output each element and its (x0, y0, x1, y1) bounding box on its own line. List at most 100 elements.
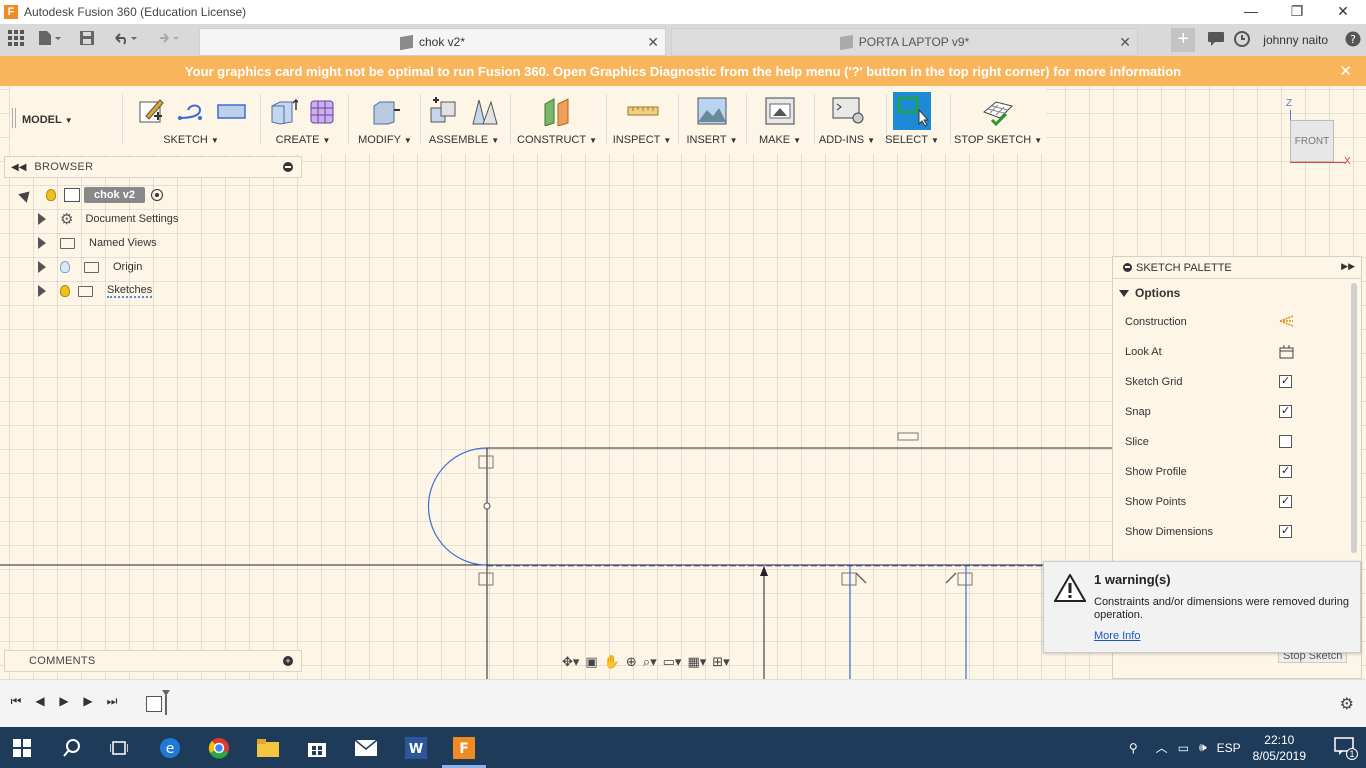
tab-chok-v2[interactable]: chok v2* ✕ (199, 28, 666, 56)
visibility-bulb-icon[interactable] (60, 261, 70, 273)
show-points-checkbox[interactable] (1279, 494, 1292, 508)
step-back-icon[interactable]: ◀ (32, 694, 48, 712)
stop-sketch-menu[interactable]: STOP SKETCH ▼ (954, 134, 1042, 146)
option-show-points[interactable]: Show Points (1113, 487, 1361, 517)
edge-browser-icon[interactable]: e (152, 733, 188, 763)
step-forward-icon[interactable]: ▶ (80, 694, 96, 712)
people-icon[interactable]: ⚲ (1129, 741, 1138, 755)
select-group[interactable]: SELECT ▼ (882, 92, 942, 152)
slice-checkbox[interactable] (1279, 435, 1292, 448)
collapse-triangle-icon[interactable] (18, 187, 34, 203)
word-icon[interactable]: W (398, 733, 434, 763)
search-icon[interactable] (54, 733, 90, 763)
expand-triangle-icon[interactable] (38, 213, 46, 225)
browser-item-document-settings[interactable]: ⚙ Document Settings (38, 208, 178, 230)
extrude-icon[interactable] (268, 96, 300, 126)
tab-porta-laptop[interactable]: PORTA LAPTOP v9* ✕ (671, 28, 1138, 56)
job-status-icon[interactable] (1203, 31, 1229, 49)
modify-group[interactable]: MODIFY ▼ (354, 92, 416, 152)
make-group[interactable]: MAKE ▼ (750, 92, 810, 152)
section-collapse-icon[interactable] (1119, 289, 1129, 297)
line-tool-icon[interactable] (176, 96, 206, 126)
look-at-nav-icon[interactable]: ▣ (585, 654, 597, 670)
file-explorer-icon[interactable] (250, 733, 286, 763)
undo-icon[interactable] (112, 30, 138, 50)
add-comment-icon[interactable]: + (283, 656, 293, 666)
sketch-palette-header[interactable]: SKETCH PALETTE ▶▶ (1113, 257, 1361, 279)
viewports-icon[interactable]: ⊞▾ (712, 654, 729, 670)
network-icon[interactable]: ▭ (1178, 741, 1189, 755)
grid-settings-icon[interactable]: ▦▾ (687, 654, 706, 670)
look-at-icon[interactable] (1279, 345, 1294, 359)
new-component-icon[interactable] (429, 96, 459, 126)
orbit-icon[interactable]: ✥▾ (562, 654, 579, 670)
option-sketch-grid[interactable]: Sketch Grid (1113, 367, 1361, 397)
show-hidden-icons-icon[interactable]: ︿ (1156, 739, 1168, 756)
option-construction[interactable]: Construction (1113, 307, 1361, 337)
expand-triangle-icon[interactable] (38, 285, 46, 297)
show-dimensions-checkbox[interactable] (1279, 524, 1292, 538)
timeline-sketch-item[interactable] (146, 696, 162, 712)
palette-collapse-icon[interactable] (1123, 263, 1132, 272)
notifications-icon[interactable] (1229, 30, 1255, 50)
sketch-grid-checkbox[interactable] (1279, 374, 1292, 388)
options-section-header[interactable]: Options (1113, 279, 1361, 307)
select-menu[interactable]: SELECT ▼ (882, 134, 942, 146)
insert-image-icon[interactable] (697, 96, 727, 126)
visibility-bulb-icon[interactable] (60, 285, 70, 297)
construct-menu[interactable]: CONSTRUCT ▼ (517, 134, 597, 146)
file-menu-icon[interactable] (38, 30, 62, 50)
sketch-menu[interactable]: SKETCH ▼ (128, 134, 254, 146)
browser-options-icon[interactable] (283, 162, 293, 172)
option-show-profile[interactable]: Show Profile (1113, 457, 1361, 487)
app-grid-icon[interactable] (8, 30, 24, 50)
3d-print-icon[interactable] (765, 96, 795, 126)
modify-menu[interactable]: MODIFY ▼ (354, 134, 416, 146)
close-tab-icon[interactable]: ✕ (647, 34, 659, 51)
stop-sketch-icon[interactable] (982, 96, 1013, 127)
add-ins-group[interactable]: ADD-INS ▼ (810, 92, 884, 152)
rectangle-tool-icon[interactable] (216, 96, 246, 126)
store-icon[interactable] (299, 733, 335, 763)
minimize-button[interactable]: — (1228, 0, 1274, 24)
go-to-end-icon[interactable]: ⏭ (104, 694, 120, 712)
view-cube-front-face[interactable]: FRONT (1290, 120, 1334, 162)
redo-icon[interactable] (154, 30, 180, 50)
select-icon[interactable] (893, 92, 931, 130)
display-settings-icon[interactable]: ▭▾ (663, 654, 682, 670)
option-look-at[interactable]: Look At (1113, 337, 1361, 367)
press-pull-icon[interactable] (370, 96, 400, 126)
browser-root-row[interactable]: chok v2 (18, 184, 163, 206)
input-language[interactable]: ESP (1217, 741, 1241, 755)
timeline-settings-icon[interactable]: ⚙ (1340, 694, 1354, 714)
help-icon[interactable]: ? (1340, 31, 1366, 50)
palette-scrollbar[interactable] (1351, 283, 1357, 553)
browser-item-named-views[interactable]: Named Views (38, 232, 157, 254)
expand-triangle-icon[interactable] (38, 237, 46, 249)
toolbar-grip[interactable] (12, 108, 16, 128)
option-snap[interactable]: Snap (1113, 397, 1361, 427)
stop-sketch-group[interactable]: STOP SKETCH ▼ (954, 92, 1042, 152)
save-icon[interactable] (80, 31, 94, 49)
show-profile-checkbox[interactable] (1279, 464, 1292, 478)
workspace-switcher[interactable]: MODEL ▼ (22, 114, 73, 126)
play-icon[interactable]: ▶ (56, 694, 72, 712)
insert-group[interactable]: INSERT ▼ (684, 92, 740, 152)
scripts-addins-icon[interactable] (832, 96, 864, 126)
create-sketch-icon[interactable] (136, 96, 166, 126)
create-group[interactable]: CREATE ▼ (265, 92, 341, 152)
make-menu[interactable]: MAKE ▼ (750, 134, 810, 146)
construction-icon[interactable] (1279, 315, 1294, 328)
banner-close-icon[interactable]: ✕ (1339, 62, 1352, 80)
clock[interactable]: 22:10 8/05/2019 (1253, 732, 1306, 764)
sketch-group[interactable]: SKETCH ▼ (128, 92, 254, 152)
new-tab-button[interactable]: + (1171, 28, 1196, 52)
palette-expand-icon[interactable]: ▶▶ (1341, 261, 1355, 272)
more-info-link[interactable]: More Info (1094, 630, 1140, 642)
browser-item-sketches[interactable]: Sketches (38, 280, 153, 302)
close-tab-icon[interactable]: ✕ (1119, 34, 1131, 51)
zoom-icon[interactable]: ⊕ (626, 654, 637, 670)
user-account-menu[interactable]: johnny naito (1263, 33, 1328, 47)
browser-root-label[interactable]: chok v2 (84, 187, 145, 203)
chrome-browser-icon[interactable] (201, 733, 237, 763)
